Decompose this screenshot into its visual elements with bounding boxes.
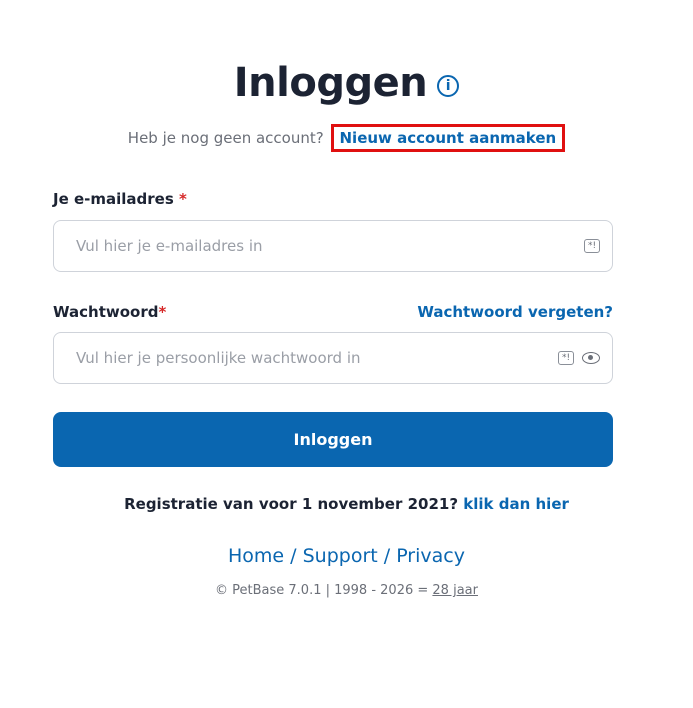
email-label-row: Je e-mailadres * bbox=[53, 190, 187, 208]
required-mark: * bbox=[158, 303, 167, 321]
copyright-text: © PetBase 7.0.1 | 1998 - 2026 = bbox=[215, 583, 429, 598]
password-manager-icon[interactable]: *! bbox=[584, 239, 600, 253]
password-label: Wachtwoord bbox=[53, 303, 159, 321]
email-field[interactable] bbox=[74, 236, 576, 256]
title-row: Inloggen i bbox=[0, 60, 693, 106]
copyright: © PetBase 7.0.1 | 1998 - 2026 = 28 jaar bbox=[0, 583, 693, 598]
email-label: Je e-mailadres bbox=[53, 190, 174, 208]
password-field-box: *! bbox=[53, 332, 613, 384]
password-label-row: Wachtwoord* bbox=[53, 303, 166, 321]
forgot-password-link[interactable]: Wachtwoord vergeten? bbox=[417, 303, 613, 321]
required-mark: * bbox=[179, 190, 187, 208]
legacy-text: Registratie van voor 1 november 2021? bbox=[124, 495, 459, 513]
page-title: Inloggen bbox=[233, 60, 428, 106]
signup-prompt: Heb je nog geen account? bbox=[127, 129, 324, 147]
login-page: Inloggen i Heb je nog geen account? Nieu… bbox=[0, 0, 693, 708]
signup-row: Heb je nog geen account? Nieuw account a… bbox=[0, 124, 693, 152]
privacy-link[interactable]: Privacy bbox=[396, 545, 465, 567]
separator: / bbox=[377, 545, 397, 567]
info-icon[interactable]: i bbox=[437, 75, 460, 97]
password-manager-icon[interactable]: *! bbox=[558, 351, 574, 365]
email-field-box: *! bbox=[53, 220, 613, 272]
password-field[interactable] bbox=[74, 348, 550, 368]
support-link[interactable]: Support bbox=[303, 545, 378, 567]
legacy-link[interactable]: klik dan hier bbox=[463, 495, 569, 513]
eye-icon[interactable] bbox=[582, 352, 600, 364]
login-button[interactable]: Inloggen bbox=[53, 412, 613, 467]
separator: / bbox=[284, 545, 303, 567]
footer-links: Home / Support / Privacy bbox=[0, 545, 693, 567]
home-link[interactable]: Home bbox=[228, 545, 284, 567]
legacy-registration-row: Registratie van voor 1 november 2021? kl… bbox=[0, 495, 693, 513]
years-link[interactable]: 28 jaar bbox=[432, 583, 478, 598]
create-account-link[interactable]: Nieuw account aanmaken bbox=[330, 124, 566, 152]
